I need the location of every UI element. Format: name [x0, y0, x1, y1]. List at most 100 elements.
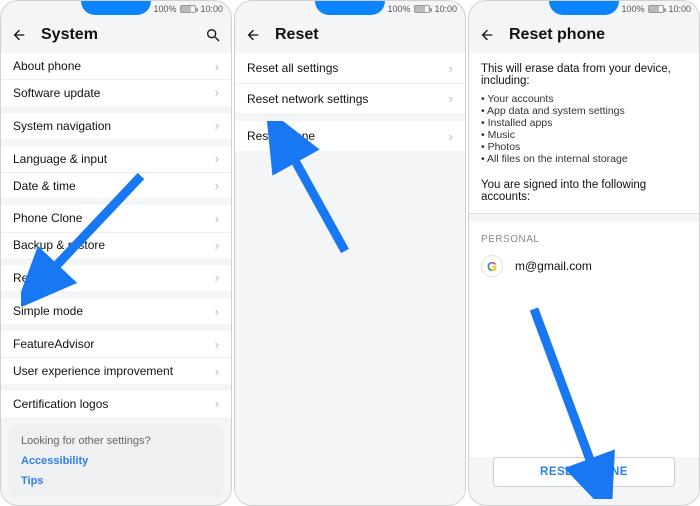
row-reset-all-settings[interactable]: Reset all settings › [235, 53, 465, 83]
chevron-right-icon: › [215, 119, 219, 132]
chevron-right-icon: › [215, 365, 219, 378]
divider [1, 106, 231, 113]
bullet: Music [481, 129, 687, 141]
row-label: Reset all settings [247, 61, 338, 75]
row-date-time[interactable]: Date & time › [1, 172, 231, 198]
notch [81, 1, 151, 15]
battery-pct: 100% [153, 4, 176, 14]
link-accessibility[interactable]: Accessibility [21, 455, 211, 467]
chevron-right-icon: › [449, 130, 453, 143]
header: Reset [235, 17, 465, 53]
empty-space [469, 289, 699, 457]
chevron-right-icon: › [449, 92, 453, 105]
header: Reset phone [469, 17, 699, 53]
clock: 10:00 [668, 4, 691, 14]
phone-screen-reset-phone: 100% 10:00 Reset phone This will erase d… [468, 0, 700, 506]
battery-pct: 100% [387, 4, 410, 14]
bullet: Photos [481, 141, 687, 153]
reset-list: Reset all settings › Reset network settin… [235, 53, 465, 505]
divider [1, 291, 231, 298]
row-backup-restore[interactable]: Backup & restore › [1, 232, 231, 258]
account-email: m@gmail.com [515, 259, 592, 273]
footer-text: Looking for other settings? [21, 435, 151, 447]
row-about-phone[interactable]: About phone › [1, 53, 231, 79]
row-software-update[interactable]: Software update › [1, 79, 231, 105]
row-label: Reset [13, 271, 44, 285]
row-label: System navigation [13, 119, 111, 133]
battery-icon [648, 5, 664, 13]
page-title: Reset phone [509, 26, 689, 44]
divider [469, 214, 699, 222]
divider [1, 139, 231, 146]
link-tips[interactable]: Tips [21, 475, 211, 487]
row-reset[interactable]: Reset › [1, 265, 231, 291]
row-label: User experience improvement [13, 364, 173, 378]
row-label: Language & input [13, 152, 107, 166]
row-simple-mode[interactable]: Simple mode › [1, 298, 231, 324]
clock: 10:00 [434, 4, 457, 14]
chevron-right-icon: › [215, 212, 219, 225]
notch [549, 1, 619, 15]
row-featureadvisor[interactable]: FeatureAdvisor › [1, 331, 231, 357]
battery-pct: 100% [621, 4, 644, 14]
row-label: Certification logos [13, 397, 108, 411]
battery-icon [414, 5, 430, 13]
chevron-right-icon: › [215, 60, 219, 73]
row-label: Backup & restore [13, 238, 105, 252]
row-label: FeatureAdvisor [13, 337, 94, 351]
page-title: System [41, 26, 191, 44]
erase-description: This will erase data from your device, i… [469, 53, 699, 93]
notch [315, 1, 385, 15]
empty-space [235, 151, 465, 505]
search-icon[interactable] [205, 27, 221, 43]
bullet: App data and system settings [481, 105, 687, 117]
bullet: Installed apps [481, 117, 687, 129]
chevron-right-icon: › [215, 86, 219, 99]
chevron-right-icon: › [215, 179, 219, 192]
divider [1, 198, 231, 205]
phone-screen-reset: 100% 10:00 Reset Reset all settings › Res… [234, 0, 466, 506]
row-label: Software update [13, 86, 100, 100]
divider [235, 113, 465, 121]
battery-icon [180, 5, 196, 13]
chevron-right-icon: › [215, 338, 219, 351]
back-icon[interactable] [479, 27, 495, 43]
footer-card: Looking for other settings? Accessibilit… [9, 425, 223, 497]
divider [1, 384, 231, 391]
phone-screen-system: 100% 10:00 System About phone › Software … [0, 0, 232, 506]
row-label: Simple mode [13, 304, 83, 318]
reset-phone-button[interactable]: RESET PHONE [493, 457, 675, 487]
row-phone-clone[interactable]: Phone Clone › [1, 205, 231, 231]
row-language-input[interactable]: Language & input › [1, 146, 231, 172]
chevron-right-icon: › [215, 271, 219, 284]
section-personal: PERSONAL [469, 222, 699, 251]
account-row[interactable]: G m@gmail.com [469, 251, 699, 289]
row-system-navigation[interactable]: System navigation › [1, 113, 231, 139]
clock: 10:00 [200, 4, 223, 14]
page-title: Reset [275, 26, 455, 44]
google-icon: G [481, 255, 503, 277]
erase-bullets: Your accounts App data and system settin… [469, 93, 699, 173]
reset-phone-content: This will erase data from your device, i… [469, 53, 699, 505]
bullet: All files on the internal storage [481, 153, 687, 165]
chevron-right-icon: › [215, 305, 219, 318]
signed-in-text: You are signed into the following accoun… [469, 173, 699, 214]
chevron-right-icon: › [215, 152, 219, 165]
divider [1, 258, 231, 265]
row-label: Phone Clone [13, 211, 82, 225]
settings-list: About phone › Software update › System nav… [1, 53, 231, 505]
chevron-right-icon: › [449, 62, 453, 75]
chevron-right-icon: › [215, 239, 219, 252]
divider [1, 324, 231, 331]
back-icon[interactable] [11, 27, 27, 43]
header: System [1, 17, 231, 53]
bullet: Your accounts [481, 93, 687, 105]
row-label: About phone [13, 59, 81, 73]
back-icon[interactable] [245, 27, 261, 43]
row-reset-network-settings[interactable]: Reset network settings› [235, 83, 465, 113]
row-label: Date & time [13, 179, 76, 193]
row-certification-logos[interactable]: Certification logos› [1, 391, 231, 417]
row-reset-phone[interactable]: Reset phone › [235, 121, 465, 151]
row-user-experience[interactable]: User experience improvement › [1, 357, 231, 383]
row-label: Reset phone [247, 129, 315, 143]
